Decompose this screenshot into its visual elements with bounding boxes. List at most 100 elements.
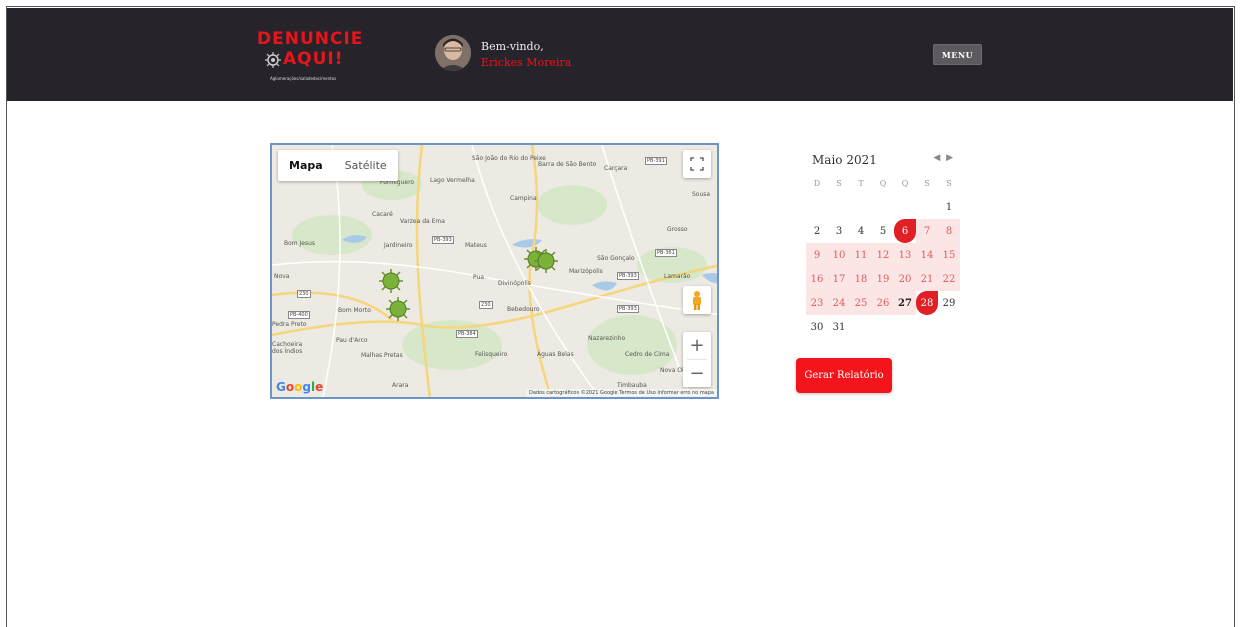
map-label: Arara xyxy=(392,382,409,389)
map-label: Cedro de Cima xyxy=(625,351,670,358)
map-type-map-button[interactable]: Mapa xyxy=(278,150,334,181)
calendar-day[interactable]: 16 xyxy=(806,267,828,291)
map-label: Divinópolis xyxy=(498,280,531,287)
logo[interactable]: DENUNCIE AQUI! Aglomerações/saladedecime… xyxy=(257,24,379,84)
map-label: Nova xyxy=(274,273,290,280)
calendar-day[interactable]: 3 xyxy=(828,219,850,243)
map-type-satellite-button[interactable]: Satélite xyxy=(334,150,398,181)
calendar-day[interactable]: 15 xyxy=(938,243,960,267)
virus-marker-icon[interactable] xyxy=(379,269,403,293)
weekday-header: S xyxy=(924,178,930,188)
calendar-empty-cell xyxy=(828,195,850,219)
zoom-control: + − xyxy=(683,332,711,387)
calendar-day[interactable]: 6 xyxy=(894,219,916,243)
map-label: Sousa xyxy=(692,191,711,198)
calendar-day[interactable]: 29 xyxy=(938,291,960,315)
zoom-out-button[interactable]: − xyxy=(683,360,711,387)
street-view-button[interactable] xyxy=(683,286,711,314)
calendar-day[interactable]: 11 xyxy=(850,243,872,267)
road-shield: PB-393 xyxy=(432,236,454,244)
map-attribution[interactable]: Dados cartográficos ©2021 Google Termos … xyxy=(526,389,717,397)
calendar-empty-cell xyxy=(850,195,872,219)
calendar-day[interactable]: 13 xyxy=(894,243,916,267)
map-label: São Gonçalo xyxy=(597,255,635,262)
fullscreen-button[interactable] xyxy=(683,150,711,178)
weekday-header: Q xyxy=(879,178,887,188)
weekday-header: T xyxy=(858,178,864,188)
map-label: Malhas Pretas xyxy=(361,352,403,359)
calendar-empty-cell xyxy=(894,195,916,219)
zoom-in-button[interactable]: + xyxy=(683,332,711,359)
map-label: Felisqueiro xyxy=(475,351,508,358)
road-shield: 230 xyxy=(297,290,311,298)
calendar-day[interactable]: 5 xyxy=(872,219,894,243)
calendar-day[interactable]: 12 xyxy=(872,243,894,267)
virus-marker-icon[interactable] xyxy=(534,249,558,273)
calendar-day[interactable]: 28 xyxy=(916,291,938,315)
username-link[interactable]: Erickes Moreira xyxy=(481,56,571,69)
map-label: Cachoeira dos Índios xyxy=(272,341,303,355)
map-label: Bom Jesus xyxy=(284,240,316,247)
calendar-day[interactable]: 4 xyxy=(850,219,872,243)
map-widget[interactable]: São João do Rio do Peixe Barra de São Be… xyxy=(270,143,719,399)
minus-icon: − xyxy=(689,363,705,384)
fullscreen-icon xyxy=(690,157,704,171)
calendar-day[interactable]: 1 xyxy=(938,195,960,219)
calendar-nav: ◀ ▶ xyxy=(933,153,953,163)
calendar-day[interactable]: 27 xyxy=(894,291,916,315)
map-label: Cacaré xyxy=(372,211,393,218)
welcome-text: Bem-vindo, xyxy=(481,40,544,53)
map-label: Bebedouro xyxy=(507,306,540,313)
calendar-day[interactable]: 24 xyxy=(828,291,850,315)
weekday-header: D xyxy=(813,178,821,188)
road-shield: PB-393 xyxy=(617,305,639,313)
calendar-day[interactable]: 31 xyxy=(828,315,850,339)
calendar-day[interactable]: 23 xyxy=(806,291,828,315)
map-label: Mateus xyxy=(465,242,487,249)
map-label: Varzea da Ema xyxy=(400,218,445,225)
calendar-header: Maio 2021 ◀ ▶ xyxy=(806,149,961,171)
calendar-day[interactable]: 21 xyxy=(916,267,938,291)
calendar-day[interactable]: 8 xyxy=(938,219,960,243)
calendar-day[interactable]: 22 xyxy=(938,267,960,291)
map-label: Marizópolis xyxy=(569,268,603,275)
map-label: Carçara xyxy=(604,165,628,172)
calendar-day[interactable]: 18 xyxy=(850,267,872,291)
calendar-day[interactable]: 17 xyxy=(828,267,850,291)
map-label: Pau d'Arco xyxy=(336,337,368,344)
next-month-icon[interactable]: ▶ xyxy=(946,153,953,163)
map-label: Lago Vermelha xyxy=(430,177,475,184)
weekday-header: S xyxy=(836,178,842,188)
top-navbar xyxy=(7,8,1233,101)
calendar-day[interactable]: 9 xyxy=(806,243,828,267)
virus-marker-icon[interactable] xyxy=(386,297,410,321)
map-label: Pua xyxy=(473,274,484,281)
road-shield: PB-393 xyxy=(617,272,639,280)
menu-button[interactable]: MENU xyxy=(933,44,982,65)
logo-line2: AQUI! xyxy=(283,49,344,69)
map-label: Lamarão xyxy=(664,273,691,280)
calendar-day[interactable]: 26 xyxy=(872,291,894,315)
prev-month-icon[interactable]: ◀ xyxy=(933,153,940,163)
calendar-grid: D S T Q Q S S 1 2 3 4 5 6 7 8 9 10 11 12 13 14 15 16 17 18 19 20 21… xyxy=(806,171,961,339)
calendar-empty-cell xyxy=(806,195,828,219)
calendar-empty-cell xyxy=(872,195,894,219)
calendar-day[interactable]: 7 xyxy=(916,219,938,243)
calendar-day[interactable]: 19 xyxy=(872,267,894,291)
calendar-day[interactable]: 10 xyxy=(828,243,850,267)
calendar-day[interactable]: 14 xyxy=(916,243,938,267)
avatar[interactable] xyxy=(435,35,471,71)
map-label: Nova Ol xyxy=(660,367,684,374)
calendar-day[interactable]: 2 xyxy=(806,219,828,243)
generate-report-button[interactable]: Gerar Relatório xyxy=(796,358,892,393)
plus-icon: + xyxy=(689,335,705,356)
map-label: Barra de São Bento xyxy=(538,161,597,168)
calendar-day[interactable]: 25 xyxy=(850,291,872,315)
map-label: Nazarezinho xyxy=(588,335,626,342)
map-label: Grosso xyxy=(667,226,688,233)
calendar-day[interactable]: 20 xyxy=(894,267,916,291)
road-shield: PB-400 xyxy=(288,311,310,319)
map-label: Campina xyxy=(510,195,537,202)
weekday-header: S xyxy=(946,178,952,188)
calendar-day[interactable]: 30 xyxy=(806,315,828,339)
